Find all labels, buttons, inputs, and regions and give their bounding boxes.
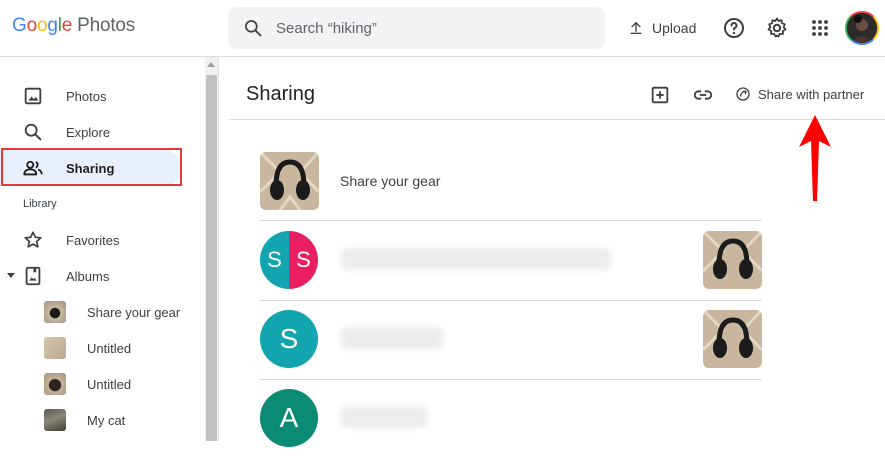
- sidebar-item-photos[interactable]: Photos: [0, 78, 182, 114]
- album-item[interactable]: Untitled: [0, 330, 200, 366]
- album-thumbnail: [260, 152, 319, 210]
- sidebar-item-favorites[interactable]: Favorites: [0, 222, 182, 258]
- scrollbar-thumb[interactable]: [206, 75, 217, 441]
- conversation-thumbnail: [703, 310, 762, 368]
- album-icon: [25, 266, 41, 286]
- sidebar-item-label: Explore: [66, 124, 111, 140]
- star-icon: [24, 231, 42, 248]
- add-icon[interactable]: [649, 84, 671, 106]
- account-avatar[interactable]: [845, 11, 879, 45]
- upload-button[interactable]: Upload: [622, 12, 702, 44]
- sidebar-item-label: Favorites: [66, 232, 120, 248]
- apps-grid-icon[interactable]: [808, 16, 832, 40]
- share-with-partner-label: Share with partner: [758, 86, 865, 102]
- sidebar-item-label: Albums: [66, 268, 110, 284]
- album-item[interactable]: My cat: [0, 402, 200, 438]
- search-icon: [245, 20, 262, 37]
- avatar-letter: S: [289, 231, 318, 289]
- album-thumbnail: [44, 409, 66, 431]
- album-thumbnail: [44, 301, 66, 323]
- album-title: Share your gear: [340, 173, 441, 189]
- share-with-partner-button[interactable]: Share with partner: [735, 81, 864, 107]
- sidebar-item-label: Photos: [66, 88, 107, 104]
- sidebar-item-label: Sharing: [66, 160, 115, 176]
- partner-sharing-icon: [736, 87, 750, 101]
- album-item[interactable]: Untitled: [0, 366, 200, 402]
- avatar: S S: [260, 231, 318, 289]
- upload-icon: [630, 22, 642, 34]
- album-label: My cat: [87, 413, 126, 428]
- upload-label: Upload: [652, 20, 697, 36]
- conversation-thumbnail: [703, 231, 762, 289]
- avatar: S: [260, 310, 318, 368]
- search-input[interactable]: [276, 7, 596, 49]
- album-label: Untitled: [87, 341, 132, 356]
- album-item[interactable]: Share your gear: [0, 294, 200, 330]
- logo-suffix: Photos: [77, 15, 136, 36]
- people-icon: [23, 160, 43, 176]
- gear-icon[interactable]: [765, 16, 789, 40]
- annotation-arrow: [799, 115, 831, 201]
- scroll-up-icon[interactable]: [207, 62, 215, 67]
- album-label: Untitled: [87, 377, 132, 392]
- blurred-participants: [340, 327, 444, 349]
- album-label: Share your gear: [87, 305, 181, 320]
- avatar-letter: S: [260, 231, 289, 289]
- search-icon: [24, 123, 42, 141]
- blurred-participants: [340, 248, 612, 270]
- top-bar: GooglePhotos Upload: [0, 0, 885, 57]
- app-logo[interactable]: Google Photos: [12, 15, 135, 37]
- search-bar[interactable]: [228, 7, 605, 49]
- sharing-row-conversation[interactable]: S S: [260, 221, 762, 301]
- page-title: Sharing: [246, 83, 315, 105]
- sidebar-item-albums[interactable]: Albums: [0, 258, 182, 294]
- main-content: Sharing Share with partner Share your ge…: [218, 57, 885, 447]
- sharing-row-conversation[interactable]: S: [260, 300, 762, 380]
- sharing-row-album[interactable]: Share your gear: [260, 141, 762, 221]
- sharing-row-conversation[interactable]: A: [260, 379, 762, 459]
- blurred-participants: [340, 406, 428, 428]
- sidebar: Photos Explore Sharing Library Favorites…: [0, 57, 205, 441]
- photo-icon: [24, 87, 42, 105]
- avatar-image: [847, 13, 877, 43]
- avatar: A: [260, 389, 318, 447]
- divider: [229, 119, 885, 120]
- sidebar-item-sharing[interactable]: Sharing: [0, 150, 182, 186]
- section-label-library: Library: [23, 198, 57, 210]
- album-thumbnail: [44, 337, 66, 359]
- link-icon[interactable]: [692, 84, 714, 106]
- album-thumbnail: [44, 373, 66, 395]
- sidebar-item-explore[interactable]: Explore: [0, 114, 182, 150]
- help-icon[interactable]: [722, 16, 746, 40]
